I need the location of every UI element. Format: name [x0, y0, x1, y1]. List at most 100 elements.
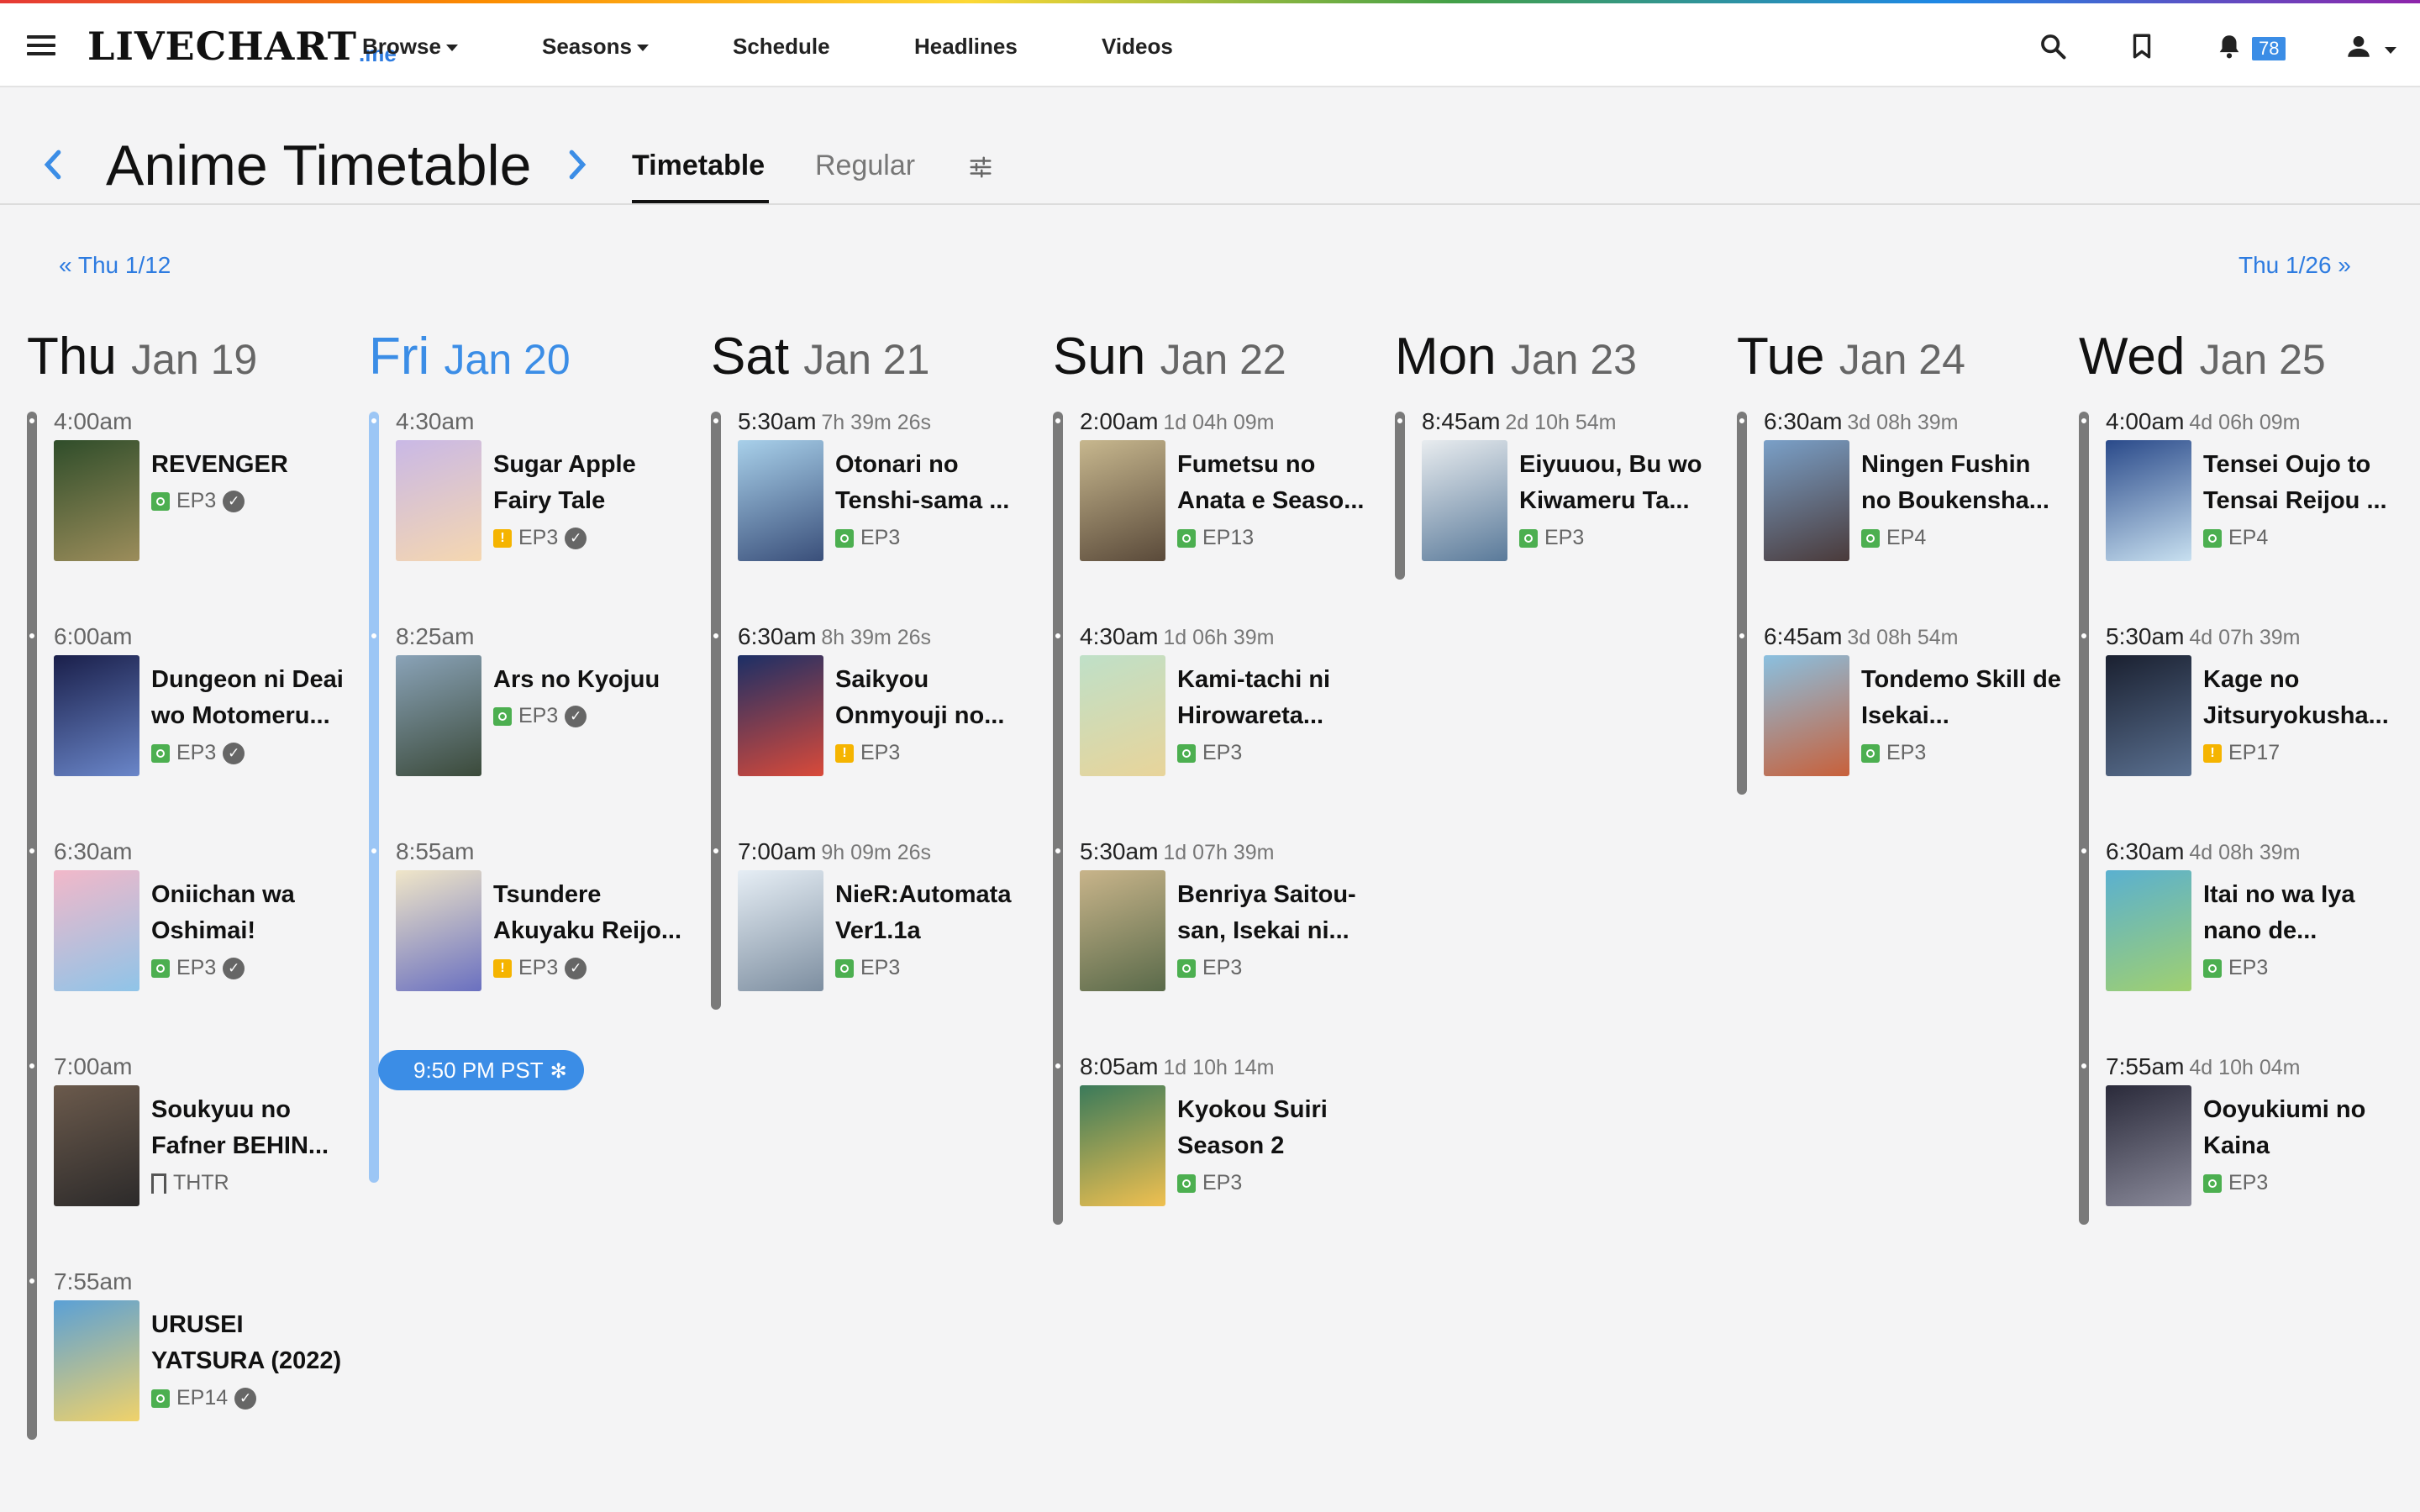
anime-poster[interactable] [1080, 655, 1165, 776]
anime-title[interactable]: Fumetsu no Anata e Seaso... [1177, 447, 1379, 519]
eye-icon[interactable] [151, 743, 170, 763]
anime-poster[interactable] [1764, 655, 1849, 776]
anime-poster[interactable] [54, 870, 139, 991]
search-icon[interactable] [2039, 32, 2067, 60]
anime-poster[interactable] [54, 1300, 139, 1421]
anime-title[interactable]: Sugar Apple Fairy Tale [493, 447, 695, 519]
chevron-right-icon[interactable] [565, 148, 590, 181]
anime-poster[interactable] [2106, 1085, 2191, 1206]
nav-seasons[interactable]: Seasons [542, 34, 649, 60]
list-item[interactable]: 4:00am 4d 06h 09m Tensei Oujo to Tensai Re… [2079, 408, 2407, 623]
list-item[interactable]: 2:00am 1d 04h 09m Fumetsu no Anata e Seaso… [1053, 408, 1381, 623]
chevron-left-icon[interactable] [40, 148, 66, 181]
list-item[interactable]: 6:30am 3d 08h 39m Ningen Fushin no Boukens… [1737, 408, 2065, 623]
notification-badge[interactable]: 78 [2252, 37, 2286, 60]
check-icon[interactable]: ✓ [565, 705, 587, 727]
eye-icon[interactable] [835, 528, 854, 548]
anime-poster[interactable] [396, 440, 481, 561]
tab-timetable[interactable]: Timetable [632, 150, 765, 182]
eye-icon[interactable] [835, 958, 854, 978]
anime-title[interactable]: Itai no wa Iya nano de... [2203, 877, 2405, 949]
eye-icon[interactable] [2203, 1173, 2222, 1193]
nav-headlines[interactable]: Headlines [914, 34, 1018, 60]
anime-title[interactable]: Dungeon ni Deai wo Motomeru... [151, 662, 353, 734]
check-icon[interactable]: ✓ [234, 1387, 257, 1410]
eye-icon[interactable] [2203, 528, 2222, 548]
anime-poster[interactable] [738, 440, 823, 561]
check-icon[interactable]: ✓ [565, 957, 587, 979]
list-item[interactable]: 6:00am Dungeon ni Deai wo Motomeru... EP3 ✓ [27, 623, 355, 838]
check-icon[interactable]: ✓ [223, 957, 245, 979]
eye-icon[interactable] [493, 706, 512, 726]
eye-icon[interactable] [1861, 528, 1880, 548]
list-item[interactable]: 7:00am Soukyuu no Fafner BEHIN... THTR [27, 1053, 355, 1268]
anime-title[interactable]: Tondemo Skill de Isekai... [1861, 662, 2063, 734]
anime-poster[interactable] [2106, 655, 2191, 776]
list-item[interactable]: 6:30am 8h 39m 26s Saikyou Onmyouji no...! E… [711, 623, 1039, 838]
list-item[interactable]: 7:00am 9h 09m 26s NieR:Automata Ver1.1a EP3 [711, 838, 1039, 1053]
anime-title[interactable]: Tensei Oujo to Tensai Reijou ... [2203, 447, 2405, 519]
list-item[interactable]: 6:30am Oniichan wa Oshimai! EP3 ✓ [27, 838, 355, 1053]
list-item[interactable]: 4:30am 1d 06h 39m Kami-tachi ni Hirowareta… [1053, 623, 1381, 838]
anime-title[interactable]: Ningen Fushin no Boukensha... [1861, 447, 2063, 519]
anime-title[interactable]: NieR:Automata Ver1.1a [835, 877, 1037, 949]
eye-icon[interactable] [1177, 528, 1196, 548]
anime-poster[interactable] [1080, 1085, 1165, 1206]
tab-regular[interactable]: Regular [815, 150, 915, 182]
anime-title[interactable]: Benriya Saitou-san, Isekai ni... [1177, 877, 1379, 949]
current-time-indicator[interactable]: 9:50 PM PST ✻ [378, 1050, 584, 1090]
anime-poster[interactable] [54, 655, 139, 776]
anime-title[interactable]: Eiyuuou, Bu wo Kiwameru Ta... [1519, 447, 1721, 519]
filter-settings-icon[interactable] [968, 155, 993, 180]
menu-icon[interactable] [27, 35, 55, 55]
eye-icon[interactable] [151, 958, 170, 978]
list-item[interactable]: 8:05am 1d 10h 14m Kyokou Suiri Season 2 EP3 [1053, 1053, 1381, 1268]
eye-icon[interactable] [1519, 528, 1538, 548]
nav-browse[interactable]: Browse [362, 34, 458, 60]
eye-icon[interactable] [1177, 1173, 1196, 1193]
paused-icon[interactable]: ! [835, 743, 854, 763]
list-item[interactable]: 7:55am URUSEI YATSURA (2022) EP14 ✓ [27, 1268, 355, 1483]
anime-title[interactable]: Ars no Kyojuu [493, 662, 695, 698]
paused-icon[interactable]: ! [2203, 743, 2222, 763]
anime-title[interactable]: Oniichan wa Oshimai! [151, 877, 353, 949]
eye-icon[interactable] [151, 1389, 170, 1408]
anime-poster[interactable] [738, 870, 823, 991]
previous-week-link[interactable]: « Thu 1/12 [59, 252, 171, 279]
nav-videos[interactable]: Videos [1102, 34, 1173, 60]
anime-poster[interactable] [2106, 440, 2191, 561]
anime-poster[interactable] [2106, 870, 2191, 991]
anime-poster[interactable] [54, 440, 139, 561]
eye-icon[interactable] [1861, 743, 1880, 763]
anime-title[interactable]: Saikyou Onmyouji no... [835, 662, 1037, 734]
list-item[interactable]: 4:30am Sugar Apple Fairy Tale! EP3 ✓ [369, 408, 697, 623]
nav-schedule[interactable]: Schedule [733, 34, 830, 60]
check-icon[interactable]: ✓ [223, 490, 245, 512]
eye-icon[interactable] [1177, 958, 1196, 978]
anime-title[interactable]: Kami-tachi ni Hirowareta... [1177, 662, 1379, 734]
list-item[interactable]: 5:30am 7h 39m 26s Otonari no Tenshi-sama .… [711, 408, 1039, 623]
anime-poster[interactable] [1080, 870, 1165, 991]
eye-icon[interactable] [151, 491, 170, 511]
eye-icon[interactable] [1177, 743, 1196, 763]
next-week-link[interactable]: Thu 1/26 » [2238, 252, 2351, 279]
check-icon[interactable]: ✓ [565, 527, 587, 549]
list-item[interactable]: 6:45am 3d 08h 54m Tondemo Skill de Isekai.… [1737, 623, 2065, 838]
list-item[interactable]: 5:30am 1d 07h 39m Benriya Saitou-san, Isek… [1053, 838, 1381, 1053]
anime-title[interactable]: Kyokou Suiri Season 2 [1177, 1092, 1379, 1164]
anime-poster[interactable] [396, 870, 481, 991]
anime-poster[interactable] [1764, 440, 1849, 561]
paused-icon[interactable]: ! [493, 958, 512, 978]
bell-icon[interactable] [2215, 32, 2244, 60]
list-item[interactable]: 5:30am 4d 07h 39m Kage no Jitsuryokusha...… [2079, 623, 2407, 838]
anime-title[interactable]: Kage no Jitsuryokusha... [2203, 662, 2405, 734]
list-item[interactable]: 8:45am 2d 10h 54m Eiyuuou, Bu wo Kiwameru … [1395, 408, 1723, 623]
paused-icon[interactable]: ! [493, 528, 512, 548]
anime-title[interactable]: URUSEI YATSURA (2022) [151, 1307, 353, 1379]
anime-poster[interactable] [1422, 440, 1507, 561]
anime-title[interactable]: Soukyuu no Fafner BEHIN... [151, 1092, 353, 1164]
anime-poster[interactable] [738, 655, 823, 776]
site-logo[interactable]: LIVECHART .me [87, 22, 397, 69]
anime-poster[interactable] [396, 655, 481, 776]
check-icon[interactable]: ✓ [223, 742, 245, 764]
